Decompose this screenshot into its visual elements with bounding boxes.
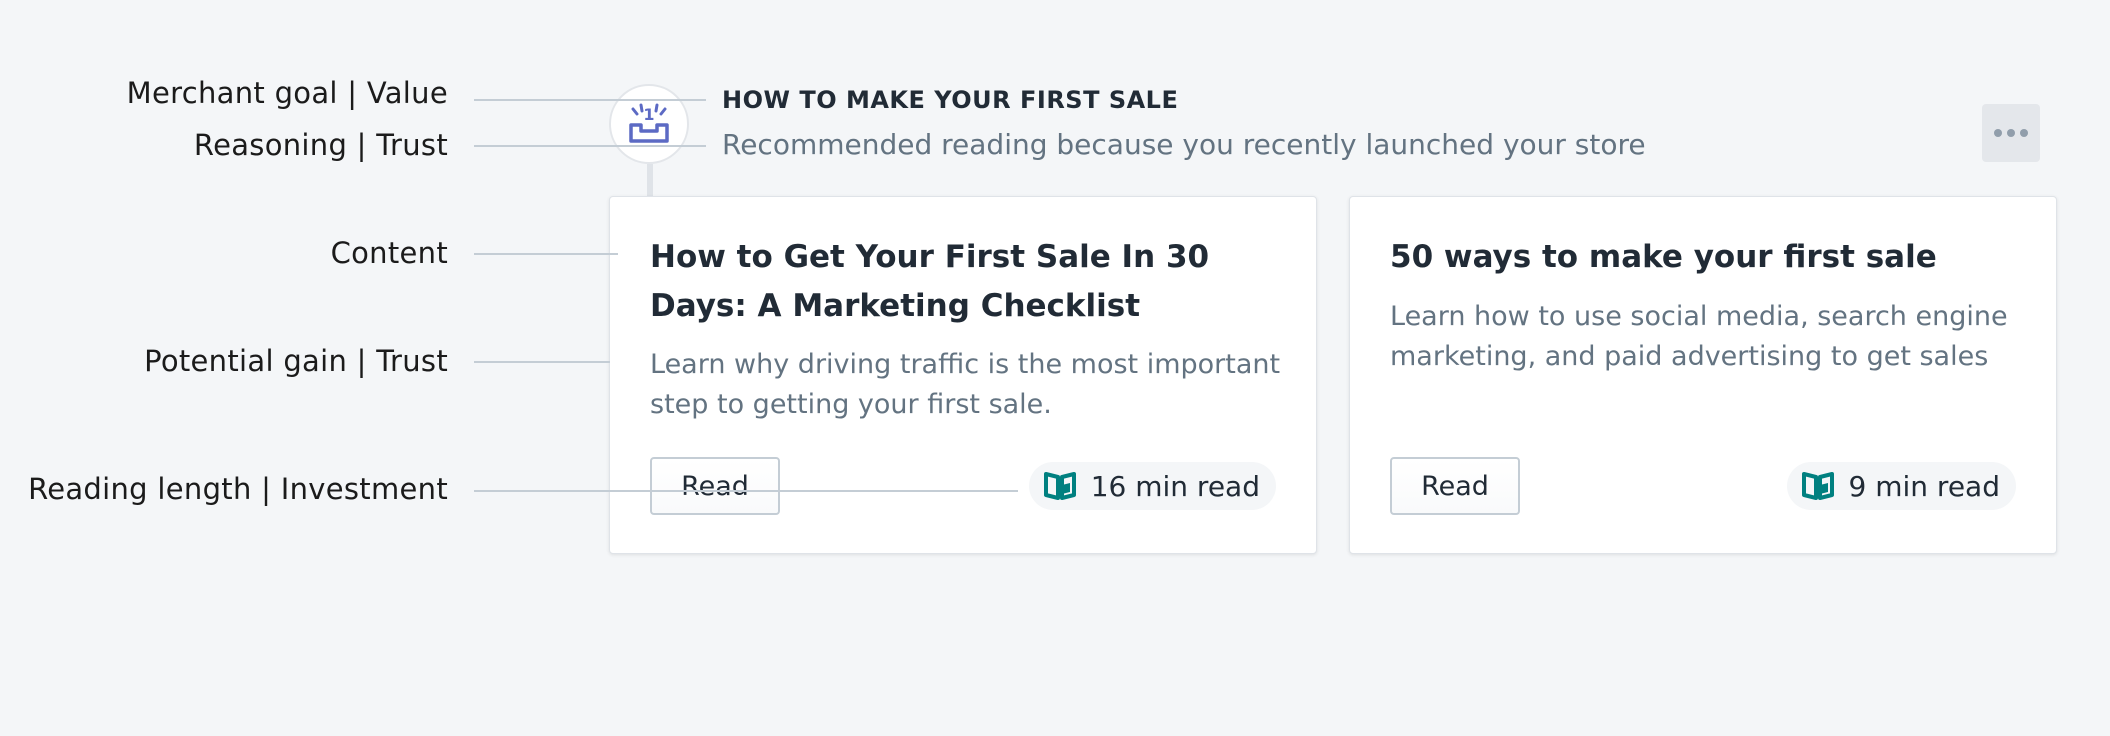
annotation-reasoning: Reasoning | Trust [193,128,448,162]
horizontal-dots-icon-dot [2007,129,2015,137]
article-description: Learn how to use social media, search en… [1390,301,2008,372]
article-card: 50 ways to make your first sale Learn ho… [1349,196,2057,554]
annotation-reading-length: Reading length | Investment [28,472,448,506]
annotation-line-potential-gain [474,361,610,363]
annotation-potential-gain: Potential gain | Trust [144,344,448,378]
annotation-line-reading-length [474,490,1018,492]
annotation-merchant-goal: Merchant goal | Value [126,76,448,110]
article-title[interactable]: 50 ways to make your first sale [1390,233,2030,282]
first-sale-numeral: 1 [643,105,654,124]
goal-reason: Recommended reading because you recently… [722,128,1646,161]
annotation-line-merchant-goal [474,99,706,101]
reading-time-label: 9 min read [1848,469,2000,503]
annotation-line-content [474,253,618,255]
reading-time-badge: 16 min read [1028,462,1276,510]
article-description: Learn why driving traffic is the most im… [650,349,1281,420]
article-card: How to Get Your First Sale In 30 Days: A… [609,196,1317,554]
goal-title: HOW TO MAKE YOUR FIRST SALE [722,86,1179,114]
open-book-icon [1043,472,1076,500]
open-book-icon [1801,472,1834,500]
read-button[interactable]: Read [1390,457,1520,515]
annotation-line-reasoning [474,145,706,147]
annotation-content: Content [330,236,448,270]
article-title[interactable]: How to Get Your First Sale In 30 Days: A… [650,233,1290,331]
reading-time-badge: 9 min read [1786,462,2016,510]
reading-time-label: 16 min read [1090,469,1260,503]
read-button[interactable]: Read [650,457,780,515]
horizontal-dots-icon [1994,129,2002,137]
more-actions-button[interactable] [1982,104,2040,162]
horizontal-dots-icon-dot [2020,129,2028,137]
shop-first-sale-icon: 1 [609,84,689,164]
goal-connector-line [647,164,653,198]
